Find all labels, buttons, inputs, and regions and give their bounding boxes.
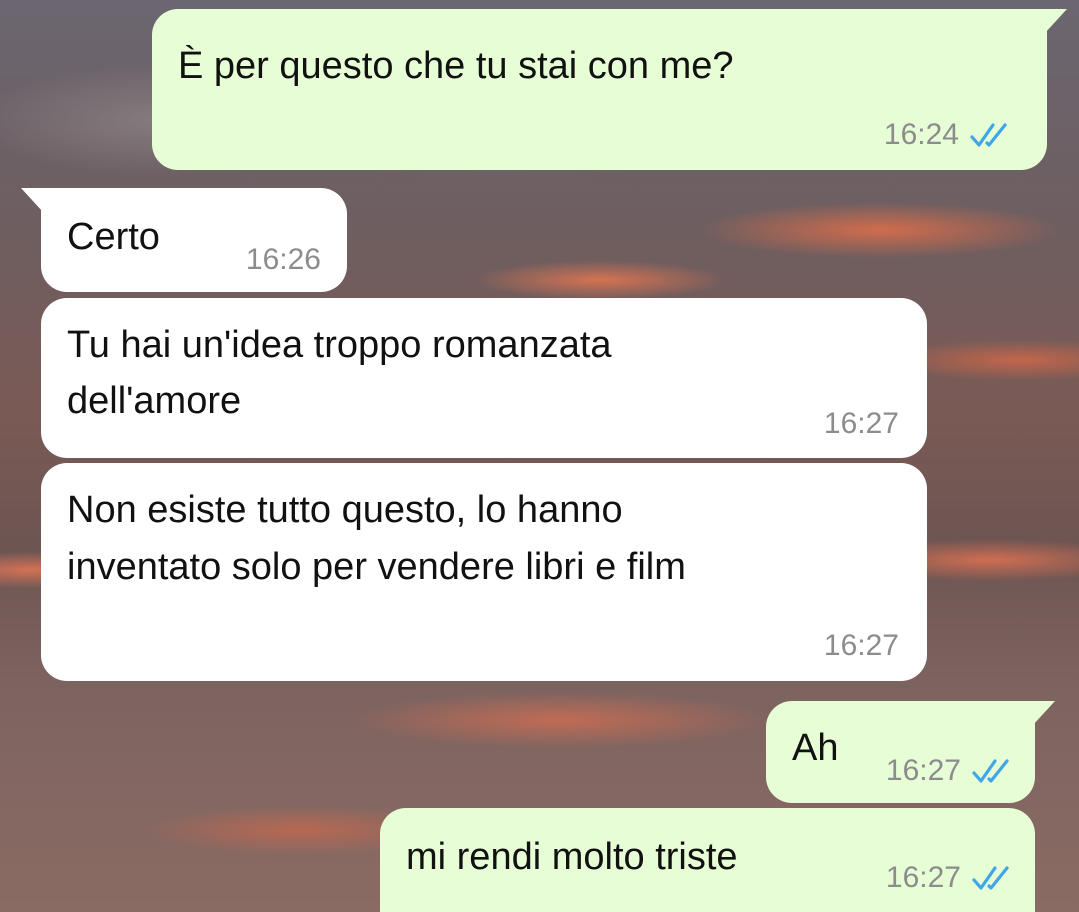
message-text-line: Non esiste tutto questo, lo hanno bbox=[67, 489, 623, 531]
message-text: mi rendi molto triste bbox=[406, 836, 738, 878]
message-meta: 16:24 bbox=[884, 113, 1013, 157]
message-meta: 16:27 bbox=[824, 402, 899, 446]
message-bubble-incoming[interactable]: Non esiste tutto questo, lo hanno invent… bbox=[41, 463, 927, 681]
message-meta: 16:27 bbox=[824, 624, 899, 668]
double-check-read-icon bbox=[972, 866, 1009, 890]
message-bubble-incoming[interactable]: Tu hai un'idea troppo romanzata dell'amo… bbox=[41, 298, 927, 458]
message-bubble-outgoing[interactable]: mi rendi molto triste 16:27 bbox=[380, 808, 1035, 912]
message-time: 16:26 bbox=[245, 243, 321, 276]
message-time: 16:24 bbox=[883, 118, 959, 151]
message-text-line: Tu hai un'idea troppo romanzata bbox=[67, 324, 612, 366]
double-check-read-icon bbox=[972, 759, 1009, 783]
message-time: 16:27 bbox=[823, 629, 899, 662]
message-meta: 16:26 bbox=[246, 238, 321, 282]
message-bubble-incoming[interactable]: Certo 16:26 bbox=[21, 188, 347, 292]
bubble-tail bbox=[1045, 9, 1067, 33]
message-bubble-outgoing[interactable]: Ah 16:27 bbox=[766, 701, 1055, 803]
message-text-line: inventato solo per vendere libri e film bbox=[67, 546, 686, 588]
message-time: 16:27 bbox=[823, 407, 899, 440]
message-text: Ah bbox=[792, 727, 839, 769]
message-meta: 16:27 bbox=[886, 856, 1015, 900]
message-meta: 16:27 bbox=[886, 749, 1015, 793]
message-text: È per questo che tu stai con me? bbox=[178, 45, 734, 87]
message-text: Certo bbox=[67, 216, 160, 258]
message-time: 16:27 bbox=[885, 754, 961, 787]
bubble-tail bbox=[21, 188, 43, 212]
message-time: 16:27 bbox=[885, 861, 961, 894]
message-text-line: dell'amore bbox=[67, 380, 242, 422]
bubble-tail bbox=[1033, 701, 1055, 725]
message-bubble-outgoing[interactable]: È per questo che tu stai con me? 16:24 bbox=[152, 9, 1067, 170]
double-check-read-icon bbox=[970, 123, 1007, 147]
